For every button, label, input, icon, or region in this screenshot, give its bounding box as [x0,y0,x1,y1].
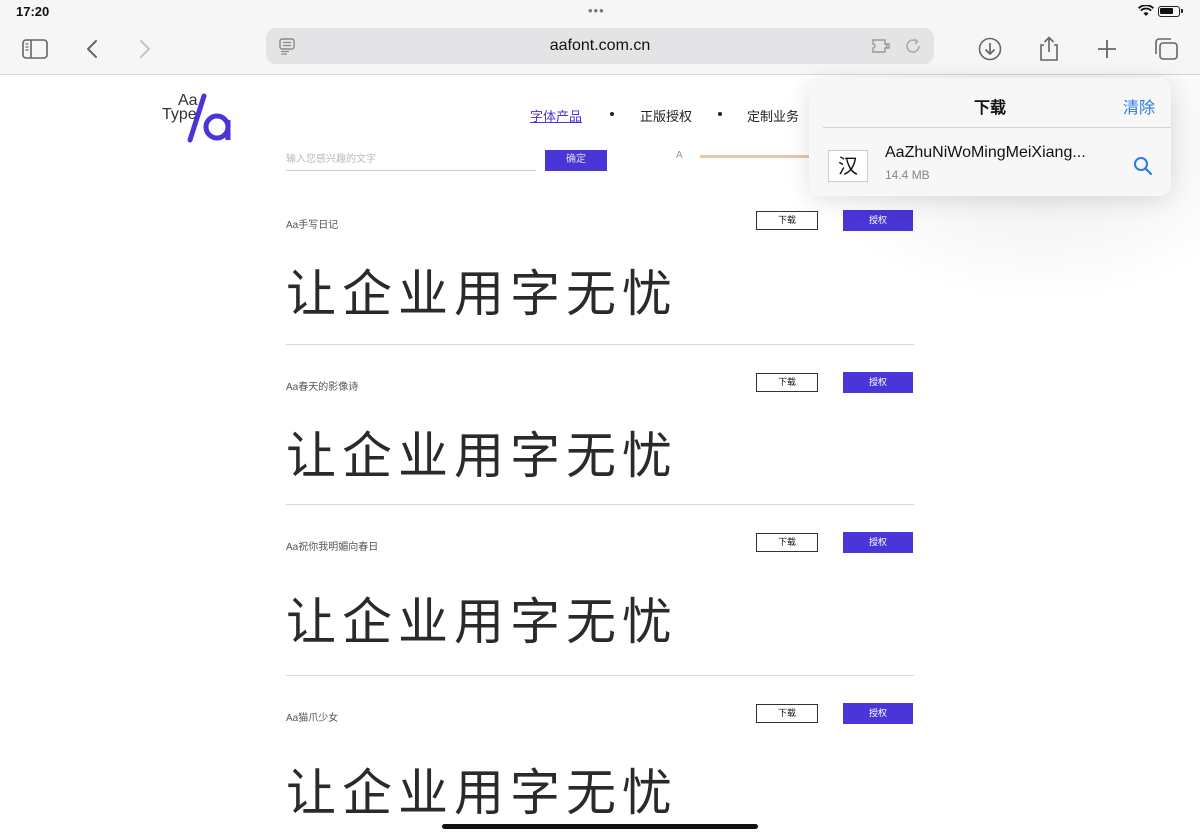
site-logo[interactable]: Aa Type [160,90,240,146]
download-file-name[interactable]: AaZhuNiWoMingMeiXiang... [885,144,1086,162]
font-name[interactable]: Aa猫爪少女 [286,709,338,724]
divider [286,675,914,676]
battery-icon [1158,6,1183,17]
forward-icon[interactable] [130,34,160,64]
font-sample: 让企业用字无忧 [286,265,678,323]
font-name[interactable]: Aa春天的影像诗 [286,378,358,393]
license-button[interactable]: 授权 [843,532,913,553]
nav-separator [610,112,614,116]
nav-separator [718,112,722,116]
download-button[interactable]: 下载 [756,704,818,723]
nav-licensing[interactable]: 正版授权 [640,106,692,125]
multitasking-dots[interactable]: ••• [588,3,605,18]
font-name[interactable]: Aa祝你我明媚向春日 [286,538,378,553]
license-button[interactable]: 授权 [843,372,913,393]
font-size-label: A [676,150,683,161]
search-icon[interactable] [1133,156,1153,181]
wifi-icon [1137,4,1155,22]
preview-confirm-button[interactable]: 确定 [545,150,607,171]
downloads-popover: 下载 清除 汉 AaZhuNiWoMingMeiXiang... 14.4 MB [809,78,1171,196]
downloads-title: 下载 [973,100,1006,117]
divider [286,344,914,345]
back-icon[interactable] [77,34,107,64]
font-size-slider[interactable] [700,155,810,158]
logo-text-bottom: Type [162,106,197,123]
status-bar: 17:20 ••• [0,0,1200,24]
license-button[interactable]: 授权 [843,703,913,724]
browser-toolbar: aafont.com.cn [0,24,1200,75]
extensions-icon[interactable] [870,37,892,60]
address-bar[interactable]: aafont.com.cn [266,28,934,64]
font-sample: 让企业用字无忧 [286,764,678,822]
home-indicator[interactable] [442,824,758,829]
download-button[interactable]: 下载 [756,373,818,392]
font-sample: 让企业用字无忧 [286,593,678,651]
reload-icon[interactable] [904,37,922,60]
plus-icon[interactable] [1092,34,1122,64]
download-button[interactable]: 下载 [756,533,818,552]
preview-text-input[interactable]: 输入您感兴趣的文字 [286,150,536,171]
clear-downloads-button[interactable]: 清除 [1123,94,1155,118]
tabs-icon[interactable] [1151,34,1181,64]
sidebar-icon[interactable] [20,34,50,64]
download-icon[interactable] [975,34,1005,64]
share-icon[interactable] [1034,34,1064,64]
divider [286,504,914,505]
url-text[interactable]: aafont.com.cn [266,37,934,55]
divider [823,127,1171,128]
download-file-size: 14.4 MB [885,168,930,182]
status-time: 17:20 [16,4,50,19]
font-name[interactable]: Aa手写日记 [286,216,338,231]
font-file-icon: 汉 [828,150,868,182]
nav-font-products[interactable]: 字体产品 [530,106,582,125]
nav-custom[interactable]: 定制业务 [747,106,799,125]
font-sample: 让企业用字无忧 [286,427,678,485]
